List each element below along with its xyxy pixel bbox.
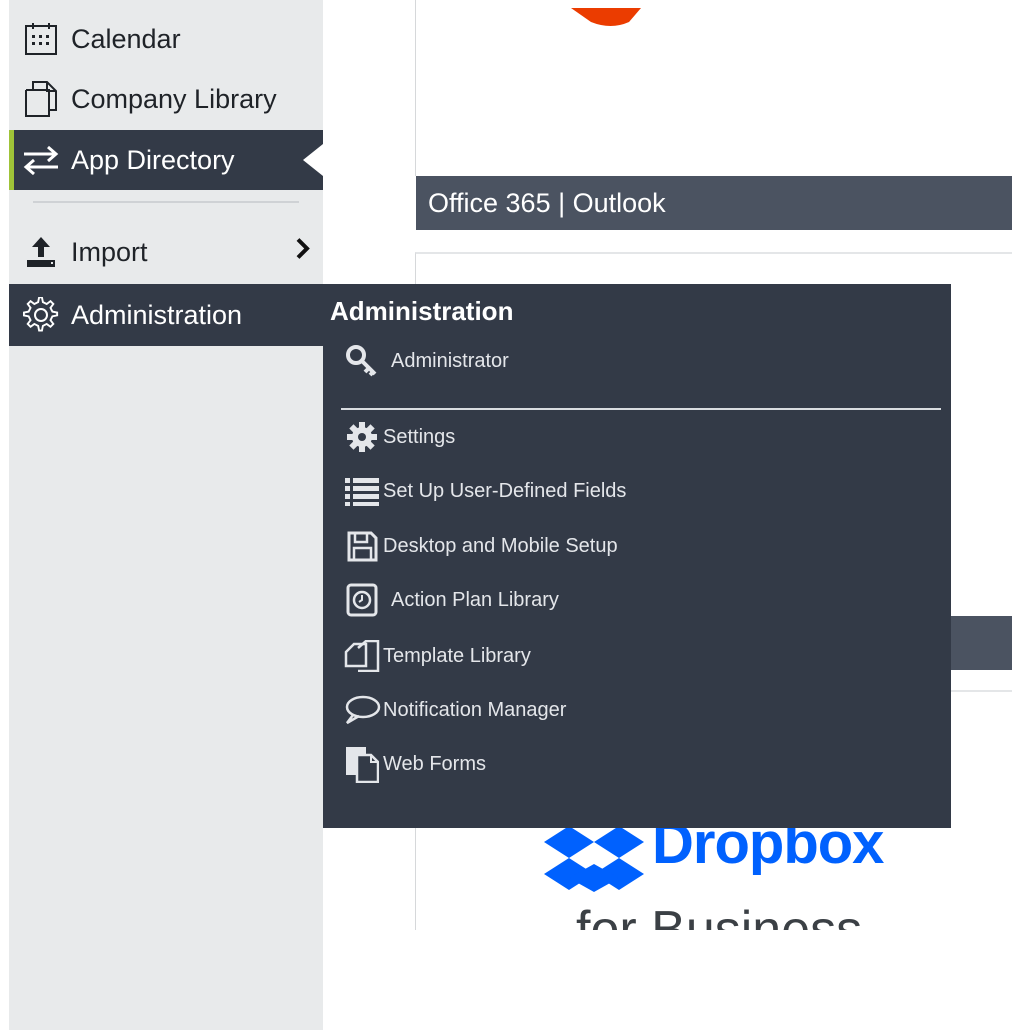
- app-card-office365[interactable]: [415, 0, 1012, 176]
- sidebar-item-label: Company Library: [71, 83, 277, 114]
- sidebar: Calendar Company Library App Directory I…: [9, 0, 323, 1030]
- flyout-divider: [341, 408, 941, 410]
- menu-item-notification-manager[interactable]: Notification Manager: [343, 691, 566, 729]
- sidebar-item-import[interactable]: Import: [9, 222, 323, 282]
- app-card-title[interactable]: Office 365 | Outlook: [416, 176, 1012, 230]
- menu-item-settings[interactable]: Settings: [343, 418, 455, 456]
- menu-item-label: Settings: [383, 425, 456, 448]
- menu-item-administrator[interactable]: Administrator: [343, 342, 509, 380]
- app-card-title-text: Office 365 | Outlook: [428, 187, 666, 218]
- menu-item-label: Administrator: [391, 349, 509, 372]
- menu-item-action-plan-library[interactable]: Action Plan Library: [343, 581, 559, 619]
- flyout-title: Administration: [330, 296, 514, 326]
- menu-item-label: Web Forms: [383, 752, 486, 775]
- key-icon: [343, 342, 381, 380]
- dropbox-subtitle: for Business: [576, 901, 863, 930]
- swap-arrows-icon: [21, 140, 61, 180]
- sidebar-item-administration[interactable]: Administration: [9, 284, 323, 346]
- sidebar-item-company-library[interactable]: Company Library: [9, 69, 323, 129]
- sidebar-item-label: Calendar: [71, 23, 181, 54]
- flyout-pointer: [303, 312, 323, 344]
- sidebar-item-app-directory[interactable]: App Directory: [9, 130, 323, 190]
- dropbox-icon: [544, 826, 644, 892]
- gear-icon: [21, 295, 61, 335]
- chevron-right-icon: [295, 237, 311, 268]
- administration-flyout-menu: Administration Administrator Settings Se…: [303, 284, 951, 828]
- sidebar-item-label: Administration: [71, 299, 243, 330]
- menu-item-label: Set Up User-Defined Fields: [383, 479, 627, 502]
- menu-item-label: Notification Manager: [383, 698, 567, 721]
- sidebar-item-label: App Directory: [71, 144, 235, 175]
- menu-item-label: Desktop and Mobile Setup: [383, 534, 618, 557]
- list-icon: [343, 472, 381, 510]
- calendar-icon: [21, 19, 61, 59]
- upload-icon: [21, 232, 61, 272]
- forms-icon: [343, 745, 381, 783]
- sidebar-item-label: Import: [71, 236, 148, 267]
- document-icon: [21, 79, 61, 119]
- gear-icon: [343, 418, 381, 456]
- speech-bubble-icon: [343, 691, 381, 729]
- menu-item-template-library[interactable]: Template Library: [343, 637, 531, 675]
- clock-icon: [343, 581, 381, 619]
- menu-item-label: Action Plan Library: [391, 588, 559, 611]
- copy-pages-icon: [343, 637, 381, 675]
- office365-logo: [571, 8, 641, 26]
- menu-item-label: Template Library: [383, 644, 531, 667]
- menu-item-user-defined-fields[interactable]: Set Up User-Defined Fields: [343, 472, 626, 510]
- sidebar-divider: [33, 201, 299, 203]
- menu-item-web-forms[interactable]: Web Forms: [343, 745, 486, 783]
- selection-notch: [303, 144, 323, 176]
- menu-item-desktop-mobile-setup[interactable]: Desktop and Mobile Setup: [343, 527, 618, 565]
- floppy-disk-icon: [343, 527, 381, 565]
- sidebar-item-calendar[interactable]: Calendar: [9, 9, 323, 69]
